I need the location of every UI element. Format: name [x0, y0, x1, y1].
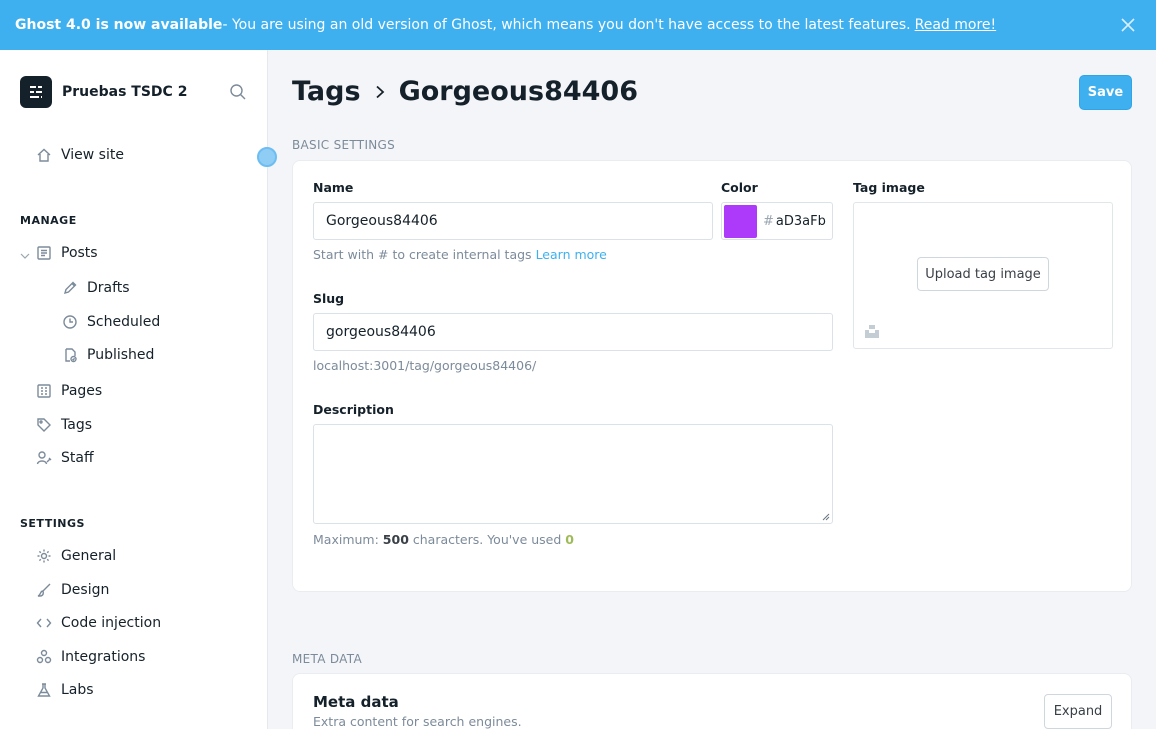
page-title: Gorgeous84406 — [398, 76, 639, 107]
clock-icon — [63, 315, 77, 329]
sidebar-item-label: Posts — [61, 245, 98, 261]
posts-icon — [37, 246, 51, 260]
description-label: Description — [313, 402, 394, 417]
sidebar-item-label: View site — [61, 147, 124, 163]
sidebar-item-label: Published — [87, 347, 155, 363]
code-icon — [36, 618, 52, 628]
sidebar-item-view-site[interactable]: View site — [36, 147, 124, 163]
sidebar-item-scheduled[interactable]: Scheduled — [62, 314, 160, 330]
description-textarea[interactable] — [313, 424, 833, 524]
sidebar-item-staff[interactable]: Staff — [36, 450, 94, 466]
sidebar-item-labs[interactable]: Labs — [36, 682, 94, 698]
sidebar-item-tags[interactable]: Tags — [36, 417, 92, 433]
brush-icon — [37, 583, 51, 597]
color-field[interactable]: # aD3aFb — [721, 202, 833, 240]
sidebar-item-pages[interactable]: Pages — [36, 383, 102, 399]
sidebar-item-label: Tags — [61, 417, 92, 433]
tag-image-dropzone[interactable]: Upload tag image — [853, 202, 1113, 349]
sidebar-item-label: Drafts — [87, 280, 130, 296]
used-characters: 0 — [565, 532, 574, 547]
pencil-icon — [63, 281, 77, 295]
slug-label: Slug — [313, 291, 345, 306]
name-hint-text: Start with # to create internal tags — [313, 247, 532, 262]
home-icon — [37, 148, 51, 162]
sidebar-item-code-injection[interactable]: Code injection — [36, 615, 161, 631]
sidebar-item-label: Labs — [61, 682, 94, 698]
site-brand[interactable]: Pruebas TSDC 2 — [20, 76, 187, 108]
basic-settings-heading: BASIC SETTINGS — [292, 138, 396, 152]
sidebar-item-label: Pages — [61, 383, 103, 399]
meta-data-card: Meta data Extra content for search engin… — [292, 673, 1132, 729]
color-label: Color — [721, 180, 758, 195]
sidebar-item-published[interactable]: Published — [62, 347, 154, 363]
chevron-right-icon — [375, 85, 384, 98]
tag-image-label: Tag image — [853, 180, 925, 195]
meta-data-subtitle: Extra content for search engines. — [313, 714, 522, 729]
resize-handle-icon[interactable] — [822, 513, 830, 521]
manage-section-label: MANAGE — [20, 214, 77, 227]
sidebar-item-drafts[interactable]: Drafts — [62, 280, 130, 296]
site-name: Pruebas TSDC 2 — [62, 84, 188, 100]
integrations-icon — [36, 649, 52, 664]
tag-icon — [37, 418, 51, 432]
unsplash-icon[interactable] — [865, 324, 879, 338]
meta-data-title: Meta data — [313, 693, 399, 711]
close-icon[interactable] — [1118, 15, 1138, 35]
save-button[interactable]: Save — [1079, 75, 1132, 110]
name-label: Name — [313, 180, 354, 195]
meta-data-heading: META DATA — [292, 652, 362, 666]
learn-more-link[interactable]: Learn more — [536, 247, 607, 262]
gear-icon — [37, 549, 51, 563]
name-hint: Start with # to create internal tags Lea… — [313, 247, 607, 262]
main-content: Tags Gorgeous84406 Save BASIC SETTINGS N… — [268, 50, 1156, 729]
site-logo-icon — [20, 76, 52, 108]
color-swatch[interactable] — [724, 204, 757, 238]
sidebar-item-general[interactable]: General — [36, 548, 116, 564]
sidebar-item-label: Scheduled — [87, 314, 161, 330]
sidebar-item-label: Integrations — [61, 649, 146, 665]
upload-tag-image-button[interactable]: Upload tag image — [917, 257, 1049, 291]
name-input[interactable]: Gorgeous84406 — [313, 202, 713, 240]
search-icon[interactable] — [229, 83, 247, 101]
slug-url-preview: localhost:3001/tag/gorgeous84406/ — [313, 358, 537, 373]
flask-icon — [37, 683, 51, 697]
published-icon — [65, 348, 77, 363]
banner-title: Ghost 4.0 is now available — [15, 17, 223, 33]
sidebar-item-posts[interactable]: Posts — [36, 245, 98, 261]
upgrade-banner: Ghost 4.0 is now available - You are usi… — [0, 0, 1156, 50]
slug-input[interactable]: gorgeous84406 — [313, 313, 833, 351]
breadcrumb-tags-link[interactable]: Tags — [292, 76, 361, 107]
character-count: Maximum: 500 characters. You've used 0 — [313, 532, 574, 547]
sidebar-item-design[interactable]: Design — [36, 582, 109, 598]
banner-text: - You are using an old version of Ghost,… — [222, 17, 911, 33]
sidebar-item-label: Staff — [61, 450, 94, 466]
sidebar-item-integrations[interactable]: Integrations — [36, 649, 145, 665]
pages-icon — [37, 384, 51, 398]
hash-symbol: # — [763, 213, 774, 229]
breadcrumb: Tags Gorgeous84406 — [292, 76, 638, 107]
chevron-down-icon[interactable] — [20, 251, 30, 261]
sidebar-item-label: General — [61, 548, 117, 564]
expand-button[interactable]: Expand — [1044, 694, 1112, 729]
sidebar-item-label: Code injection — [61, 615, 162, 631]
max-characters: 500 — [382, 532, 409, 547]
basic-settings-card: Name Gorgeous84406 Start with # to creat… — [292, 160, 1132, 592]
settings-section-label: SETTINGS — [20, 517, 85, 530]
count-mid: characters. You've used — [412, 532, 562, 547]
sidebar-item-label: Design — [61, 582, 110, 598]
sidebar: Pruebas TSDC 2 View site MANAGE Posts Dr… — [0, 50, 277, 729]
color-hex-input[interactable]: # aD3aFb — [763, 214, 826, 229]
banner-read-more-link[interactable]: Read more! — [915, 17, 997, 33]
staff-icon — [36, 451, 52, 465]
count-prefix: Maximum: — [313, 532, 379, 547]
color-value: aD3aFb — [775, 213, 826, 229]
